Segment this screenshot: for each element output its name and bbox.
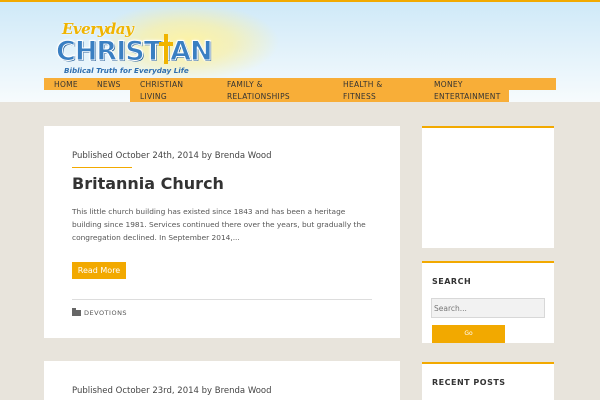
post-title[interactable]: Britannia Church — [72, 174, 224, 193]
post-card: Published October 24th, 2014 by Brenda W… — [44, 126, 400, 338]
nav-label-line2: ENTERTAINMENT — [434, 92, 501, 101]
nav-item-christian-living[interactable]: CHRISTIAN LIVING — [130, 78, 217, 102]
nav-item-family-relationships[interactable]: FAMILY & RELATIONSHIPS — [217, 78, 333, 102]
sidebar-widget-recent-posts: RECENT POSTS — [422, 362, 554, 400]
widget-title: SEARCH — [432, 277, 472, 286]
nav-item-home[interactable]: HOME — [54, 78, 78, 102]
search-go-button[interactable]: Go — [432, 325, 505, 343]
read-more-button[interactable]: Read More — [72, 262, 126, 279]
post-byline: Published October 23rd, 2014 by Brenda W… — [72, 386, 272, 396]
site-logo[interactable]: Everyday CHRISTIAN Biblical Truth for Ev… — [50, 2, 280, 82]
byline-underline — [72, 167, 132, 168]
nav-label-line2: LIVING — [140, 92, 167, 101]
category-label: DEVOTIONS — [84, 309, 128, 317]
search-input[interactable] — [431, 298, 545, 318]
folder-icon — [72, 308, 81, 316]
post-category[interactable]: DEVOTIONS — [72, 308, 128, 317]
post-excerpt: This little church building has existed … — [72, 207, 366, 242]
cross-icon — [159, 34, 173, 64]
nav-label-line1: FAMILY & — [227, 80, 263, 89]
nav-item-health-fitness[interactable]: HEALTH & FITNESS — [333, 78, 425, 102]
nav-item-news[interactable]: NEWS — [97, 78, 121, 102]
post-divider — [72, 299, 372, 300]
nav-label-line1: CHRISTIAN — [140, 80, 184, 89]
nav-label: HOME — [54, 80, 78, 89]
nav-label-line2: RELATIONSHIPS — [227, 92, 290, 101]
post-byline: Published October 24th, 2014 by Brenda W… — [72, 151, 272, 161]
nav-label-line1: MONEY — [434, 80, 463, 89]
nav-label: NEWS — [97, 80, 121, 89]
widget-title: RECENT POSTS — [432, 378, 506, 387]
logo-tagline: Biblical Truth for Everyday Life — [64, 66, 189, 75]
logo-christian-text: CHRISTIAN — [56, 36, 214, 68]
sidebar-widget-empty — [422, 126, 554, 248]
nav-label-line2: FITNESS — [343, 92, 377, 101]
nav-item-money-entertainment[interactable]: MONEY ENTERTAINMENT — [425, 78, 509, 102]
nav-label-line1: HEALTH & — [343, 80, 383, 89]
sidebar-widget-search: SEARCH Go — [422, 261, 554, 343]
post-card: Published October 23rd, 2014 by Brenda W… — [44, 361, 400, 400]
